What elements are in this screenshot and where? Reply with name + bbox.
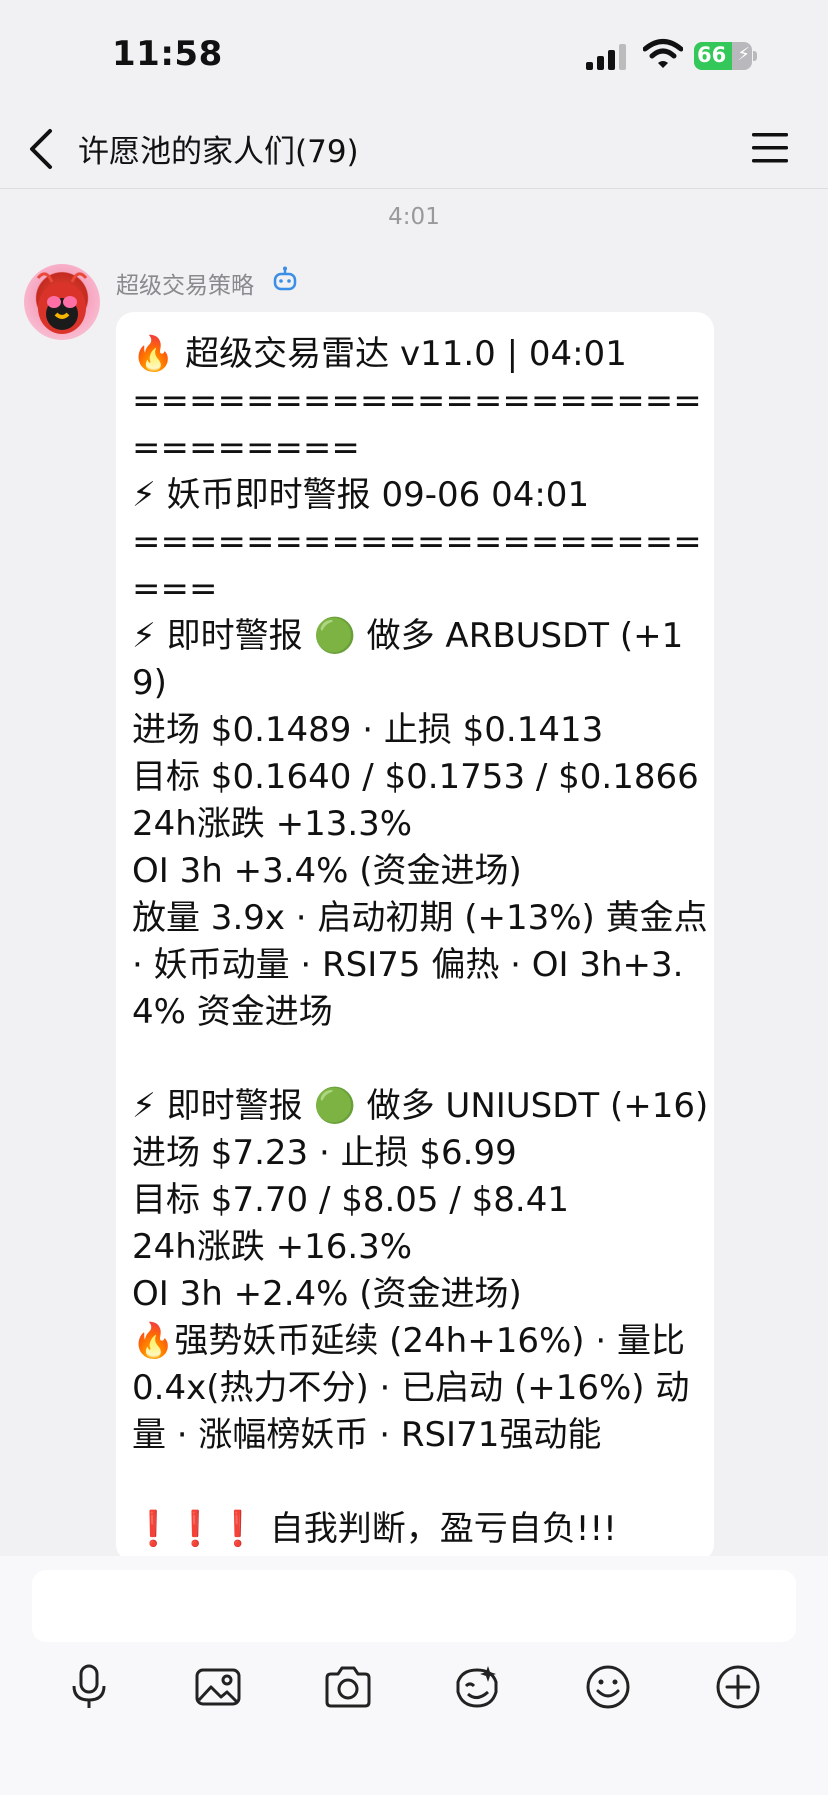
charging-bolt-icon: ⚡	[737, 44, 750, 65]
camera-icon[interactable]	[323, 1662, 373, 1712]
cellular-signal-icon	[586, 44, 626, 70]
message-text: 🔥 超级交易雷达 v11.0 | 04:01 =================…	[132, 334, 709, 1549]
smiley-icon[interactable]	[583, 1662, 633, 1712]
chevron-left-icon[interactable]	[24, 126, 58, 172]
emoji-sticker-icon[interactable]	[452, 1662, 502, 1712]
battery-level: 66	[697, 43, 727, 67]
microphone-icon[interactable]	[64, 1662, 114, 1712]
battery-charging-icon: 66 ⚡	[694, 42, 752, 70]
robot-icon	[273, 266, 297, 291]
chat-header: 许愿池的家人们(79)	[0, 110, 828, 189]
red-penguin-avatar-icon	[36, 272, 88, 334]
chat-title[interactable]: 许愿池的家人们(79)	[78, 126, 359, 171]
hamburger-menu-icon[interactable]	[750, 130, 790, 166]
avatar[interactable]	[24, 264, 100, 340]
battery-cap	[753, 51, 757, 61]
status-time: 11:58	[112, 34, 223, 74]
plus-icon[interactable]	[713, 1662, 763, 1712]
message-input[interactable]	[32, 1570, 796, 1642]
status-bar: 11:58 66 ⚡	[0, 0, 828, 110]
sender-name: 超级交易策略	[116, 273, 254, 299]
image-icon[interactable]	[193, 1662, 243, 1712]
message-timestamp: 4:01	[388, 204, 440, 230]
wifi-icon	[643, 39, 683, 68]
